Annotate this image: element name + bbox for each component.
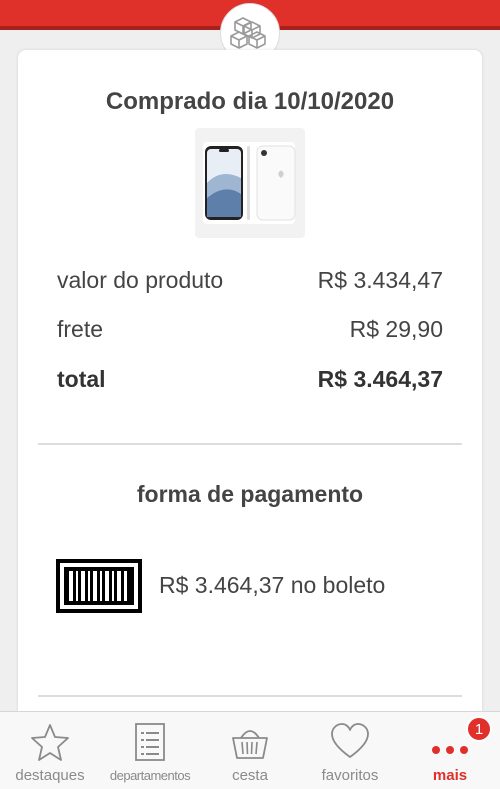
payment-description: R$ 3.464,37 no boleto: [159, 572, 386, 598]
summary-value: R$ 29,90: [349, 316, 443, 342]
nav-label: mais: [432, 767, 468, 784]
divider: [38, 695, 462, 697]
divider: [38, 443, 462, 445]
list-icon: [135, 723, 165, 761]
nav-item-favoritos[interactable]: favoritos: [300, 712, 400, 789]
notification-badge: 1: [466, 716, 492, 742]
payment-section-title: forma de pagamento: [136, 481, 364, 507]
summary-value: R$ 3.464,37: [317, 366, 443, 392]
nav-item-destaques[interactable]: destaques: [0, 712, 100, 789]
nav-item-departamentos[interactable]: departamentos: [100, 712, 200, 789]
basket-icon: [232, 730, 268, 759]
nav-item-cesta[interactable]: cesta: [200, 712, 300, 789]
more-icon: [432, 746, 468, 754]
summary-label: valor do produto: [57, 267, 224, 293]
star-icon: [31, 724, 69, 761]
summary-label: total: [57, 366, 106, 392]
iphone-product-image[interactable]: [195, 128, 305, 238]
summary-value: R$ 3.434,47: [317, 267, 443, 293]
bottom-nav: destaques departamentos cesta favoritos: [0, 711, 500, 789]
purchase-date-title: Comprado dia 10/10/2020: [105, 88, 395, 115]
summary-label: frete: [57, 316, 104, 342]
heart-icon: [331, 723, 369, 758]
barcode-icon: [56, 559, 142, 613]
